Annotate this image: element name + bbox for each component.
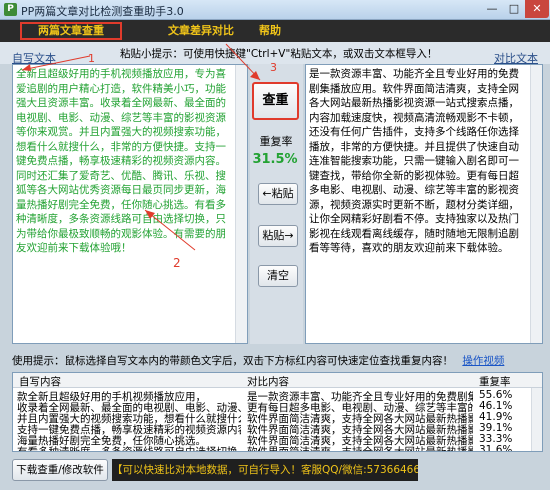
contact-banner: 【可以快速比对本地数据，可自行导入！客服QQ/微信:573664660】 [112,459,418,481]
table-row[interactable]: 支持一键免费点播，畅享极速精彩的视频资源内容。 软件界面简洁清爽，支持全网各大网… [13,422,542,436]
annotation-arrowhead-2 [145,210,155,219]
column-header-compare[interactable]: 对比内容 [247,374,289,389]
table-row[interactable]: 海量热播好剧完全免费，任你随心挑选。 软件界面简洁清爽，支持全网各大网站最新热播… [13,433,542,447]
table-header: 自写内容 对比内容 重复率 [13,373,542,388]
table-row[interactable]: 款全新且超级好用的手机视频播放应用， 是一款资源丰富、功能齐全且专业好用的免费剧… [13,389,542,403]
table-row[interactable]: 有看多种清晰度，多条资源线路可自由选择切换， 软件界面简洁清爽，支持全网各大网站… [13,444,542,452]
table-scrollbar[interactable] [531,388,542,451]
cell-own: 有看多种清晰度，多条资源线路可自由选择切换， [17,446,241,452]
annotation-number-2: 2 [173,256,181,270]
table-row[interactable]: 收录着全网最新、最全面的电视剧、电影、动漫、综 更有每日超多电影、电视剧、动漫、… [13,400,542,414]
results-table: 自写内容 对比内容 重复率 款全新且超级好用的手机视频播放应用， 是一款资源丰富… [12,372,543,452]
operation-video-link[interactable]: 操作视频 [462,355,504,367]
annotation-number-3: 3 [270,61,277,74]
annotation-arrow-1 [21,55,91,71]
table-row[interactable]: 并且内置强大的视频搜索功能，想看什么就搜什么， 软件界面简洁清爽，支持全网各大网… [13,411,542,425]
annotation-arrowhead-1 [22,64,31,71]
cell-rate: 31.6% [479,444,513,452]
usage-tip: 使用提示：鼠标选择自写文本内的带颜色文字后，双击下方标红内容可快速定位查找重复内… [12,353,504,368]
column-header-rate[interactable]: 重复率 [479,374,511,389]
cell-compare: 软件界面简洁清爽，支持全网各大网站最新热播影视 [247,446,473,452]
usage-tip-text: 使用提示：鼠标选择自写文本内的带颜色文字后，双击下方标红内容可快速定位查找重复内… [12,355,453,367]
annotation-arrowhead-3 [250,71,260,80]
download-software-button[interactable]: 下载查重/修改软件 [12,459,108,481]
annotation-number-1: 1 [88,52,95,65]
column-header-own[interactable]: 自写内容 [19,374,61,389]
